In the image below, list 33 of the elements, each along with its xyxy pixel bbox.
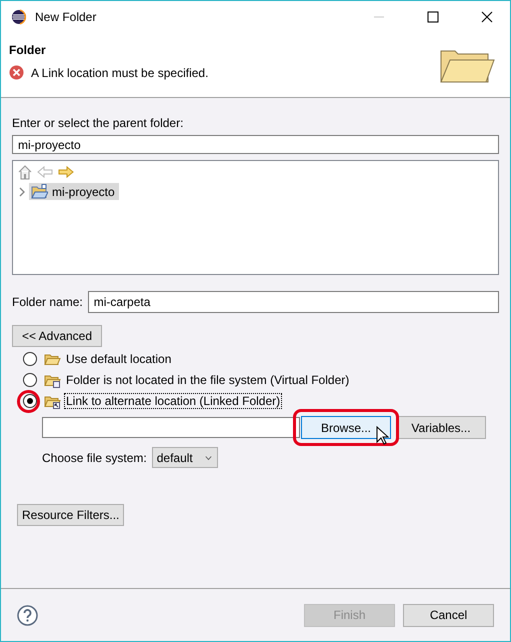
tree-item[interactable]: mi-proyecto (29, 183, 119, 200)
radio-label: Folder is not located in the file system (Virtual Folder) (65, 373, 350, 387)
browse-button[interactable]: Browse... (301, 416, 391, 439)
app-logo-icon (11, 9, 27, 25)
dropdown-chevron-icon (204, 454, 212, 460)
field-label: Choose file system: (42, 450, 147, 464)
advanced-button[interactable]: << Advanced (12, 325, 102, 347)
parent-folder-field[interactable]: mi-proyecto (12, 135, 499, 154)
window-title: New Folder (35, 10, 98, 24)
link-location-field[interactable] (42, 417, 300, 438)
maximize-icon (427, 11, 439, 23)
page-title: Folder (9, 43, 47, 57)
project-folder-icon (31, 184, 48, 199)
variables-button[interactable]: Variables... (396, 416, 486, 439)
pointer-cursor-icon (376, 426, 389, 445)
field-label: Folder name: (12, 295, 83, 309)
expand-chevron-icon[interactable] (18, 186, 26, 196)
folder-name-field[interactable]: mi-carpeta (88, 291, 499, 313)
error-message: A Link location must be specified. (31, 66, 208, 80)
radio-button[interactable] (23, 352, 37, 366)
radio-button[interactable] (23, 373, 37, 387)
radio-label: Use default location (65, 352, 172, 366)
dialog-button[interactable]: Cancel (403, 604, 494, 626)
file-system-dropdown[interactable]: default (152, 447, 218, 468)
radio-button[interactable] (23, 394, 37, 408)
forward-arrow-icon[interactable] (58, 166, 74, 178)
close-icon (481, 11, 493, 23)
resource-filters-button[interactable]: Resource Filters... (17, 504, 124, 526)
radio-label: Link to alternate location (Linked Folder) (65, 394, 282, 408)
help-icon[interactable] (17, 604, 38, 626)
home-icon[interactable] (18, 164, 32, 180)
tree-item-label: mi-proyecto (52, 184, 115, 198)
field-label: Enter or select the parent folder: (12, 116, 184, 130)
